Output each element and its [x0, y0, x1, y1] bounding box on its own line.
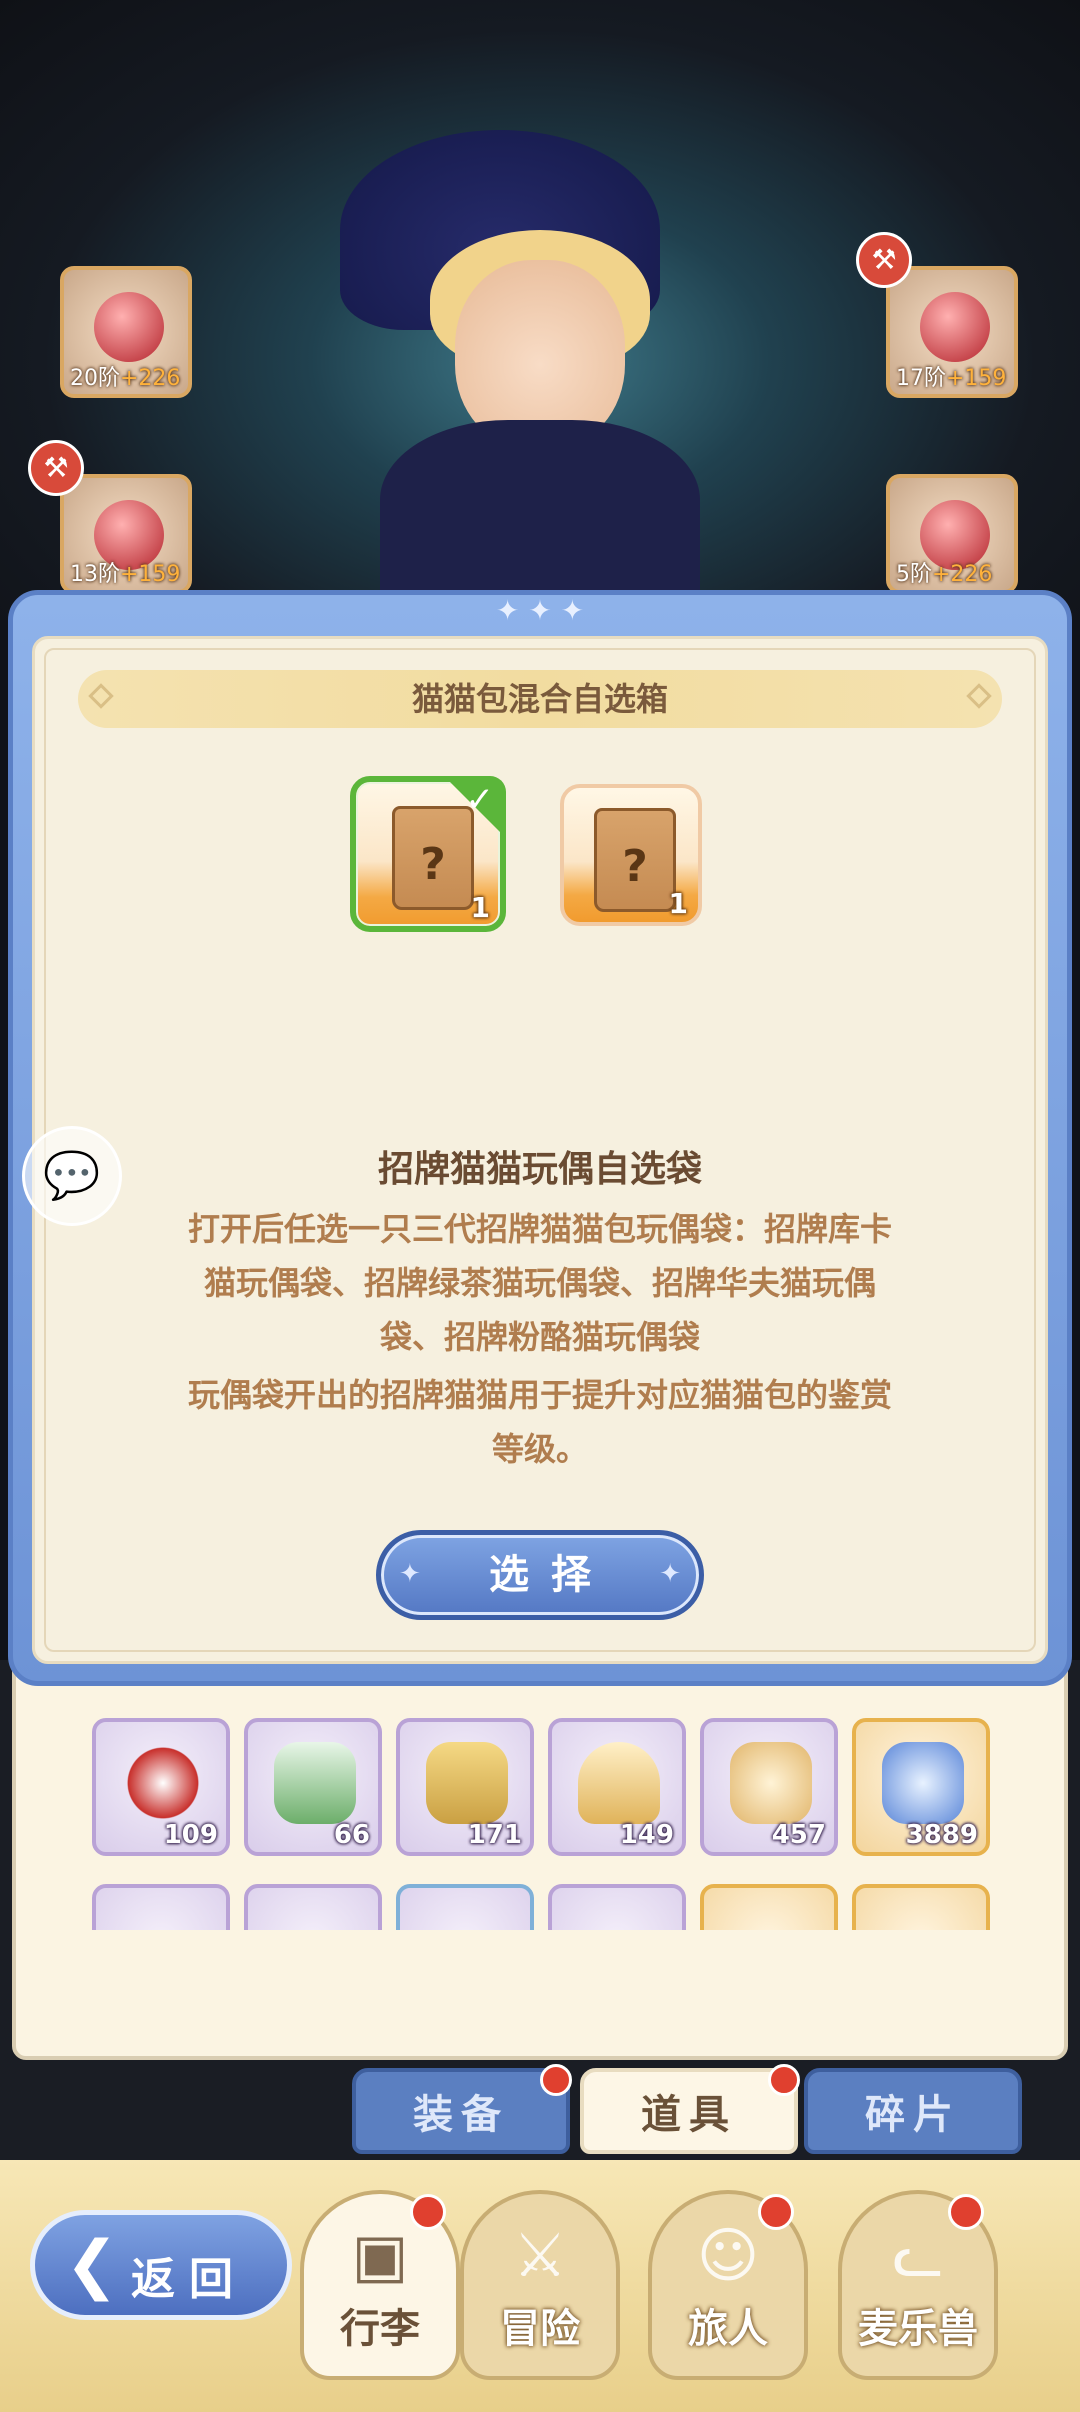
equip-slot-2[interactable]: 17阶+159 [886, 266, 1018, 398]
hammer-icon[interactable]: ⚒ [28, 440, 84, 496]
nav-adventure[interactable]: ⚔ 冒险 [460, 2190, 620, 2380]
inventory-item[interactable] [700, 1884, 838, 1930]
item-description-line: 打开后任选一只三代招牌猫猫包玩偶袋：招牌库卡 [187, 1210, 892, 1248]
tab-equipment[interactable]: 装备 [352, 2064, 572, 2154]
item-count: 3889 [905, 1820, 978, 1850]
equip-bonus: +159 [120, 562, 181, 587]
select-button-label: 选择 [489, 1552, 613, 1598]
item-name: 招牌猫猫玩偶自选袋 [377, 1149, 702, 1190]
tab-fragments[interactable]: 碎片 [804, 2068, 1022, 2154]
dialog-title-bar: 猫猫包混合自选箱 [78, 670, 1002, 728]
equipment-icon [94, 292, 164, 362]
luggage-icon: ▣ [351, 2221, 409, 2291]
item-count: 66 [333, 1820, 370, 1850]
choice-quantity: 1 [668, 887, 688, 920]
choice-option-2[interactable]: ? 1 [560, 784, 702, 926]
sparkle-icon: ✦ [659, 1559, 681, 1589]
inventory-item[interactable] [852, 1884, 990, 1930]
inventory-item[interactable]: 109 [92, 1718, 230, 1856]
tab-label: 道具 [641, 2092, 737, 2138]
nav-travelers[interactable]: ☺ 旅人 [648, 2190, 808, 2380]
chevron-left-icon: ❮ [65, 2228, 133, 2302]
equip-level: 5阶 [896, 562, 932, 587]
tab-items[interactable]: 道具 [580, 2064, 800, 2154]
checkmark-icon: ✓ [465, 780, 495, 820]
equip-level: 20阶 [70, 366, 120, 391]
notification-dot [540, 2064, 572, 2096]
horseshoe-icon [122, 1742, 204, 1824]
mystery-bag-icon: ? [594, 808, 676, 912]
equip-bonus: +159 [946, 366, 1007, 391]
dialog-title: 猫猫包混合自选箱 [411, 680, 668, 718]
item-count: 457 [771, 1820, 826, 1850]
tab-label: 装备 [413, 2092, 509, 2138]
equip-slot-1[interactable]: 20阶+226 [60, 266, 192, 398]
cat-face-icon: ᓚ [892, 2221, 944, 2291]
nav-label: 行李 [340, 2306, 420, 2352]
equip-bonus: +226 [932, 562, 993, 587]
equip-level: 17阶 [896, 366, 946, 391]
box-icon [426, 1742, 508, 1824]
star-crystal-icon [882, 1742, 964, 1824]
spoon-icon [578, 1742, 660, 1824]
sack-icon [730, 1742, 812, 1824]
potion-bottle-icon [274, 1742, 356, 1824]
equipment-icon [920, 292, 990, 362]
equip-bonus: +226 [120, 366, 181, 391]
inventory-item[interactable]: 66 [244, 1718, 382, 1856]
equip-level: 13阶 [70, 562, 120, 587]
back-button[interactable]: ❮ 返回 [30, 2210, 292, 2320]
inventory-item[interactable]: 149 [548, 1718, 686, 1856]
notification-dot [410, 2194, 446, 2230]
inventory-item[interactable] [396, 1884, 534, 1930]
nav-label: 冒险 [500, 2306, 580, 2352]
item-count: 109 [163, 1820, 218, 1850]
inventory-item[interactable] [244, 1884, 382, 1930]
item-description-line: 猫玩偶袋、招牌绿茶猫玩偶袋、招牌华夫猫玩偶 [203, 1264, 876, 1302]
inventory-row-partial [92, 1884, 992, 1930]
inventory-item[interactable]: 457 [700, 1718, 838, 1856]
notification-dot [758, 2194, 794, 2230]
item-count: 171 [467, 1820, 522, 1850]
equip-slot-4[interactable]: 5阶+226 [886, 474, 1018, 594]
sparkle-decoration-icon: ✦ ✦ ✦ [495, 594, 585, 627]
traveler-portrait-icon: ☺ [696, 2221, 760, 2291]
nav-luggage[interactable]: ▣ 行李 [300, 2190, 460, 2380]
item-description-line: 玩偶袋开出的招牌猫猫用于提升对应猫猫包的鉴赏 [187, 1376, 892, 1414]
nav-pets[interactable]: ᓚ 麦乐兽 [838, 2190, 998, 2380]
crossed-swords-icon: ⚔ [513, 2221, 567, 2291]
item-count: 149 [619, 1820, 674, 1850]
notification-dot [948, 2194, 984, 2230]
choice-option-1[interactable]: ? 1 ✓ [350, 776, 506, 932]
choice-quantity: 1 [470, 891, 490, 924]
inventory-item[interactable] [548, 1884, 686, 1930]
equip-slot-3[interactable]: 13阶+159 [60, 474, 192, 594]
chat-bubble-icon[interactable]: 💬 [22, 1126, 122, 1226]
notification-dot [768, 2064, 800, 2096]
inventory-item[interactable]: 3889 [852, 1718, 990, 1856]
item-description-line: 袋、招牌粉酪猫玩偶袋 [379, 1318, 700, 1356]
tab-label: 碎片 [865, 2092, 961, 2138]
select-button[interactable]: ✦ 选择 ✦ [376, 1530, 704, 1620]
nav-label: 旅人 [688, 2306, 768, 2352]
back-label: 返回 [131, 2254, 247, 2305]
hammer-icon[interactable]: ⚒ [856, 232, 912, 288]
item-description-line: 等级。 [491, 1430, 588, 1468]
inventory-item[interactable] [92, 1884, 230, 1930]
inventory-item[interactable]: 171 [396, 1718, 534, 1856]
nav-label: 麦乐兽 [858, 2306, 978, 2352]
